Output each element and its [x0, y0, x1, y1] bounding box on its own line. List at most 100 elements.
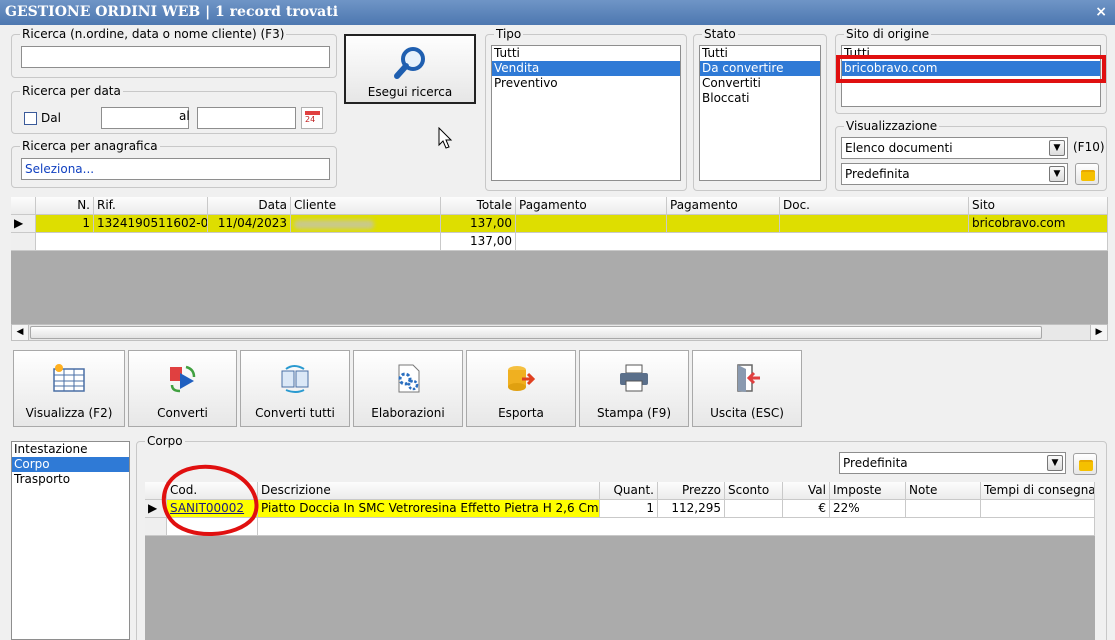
- empty-row: [145, 518, 1095, 536]
- corpo-header-tempi[interactable]: Tempi di consegna: [981, 482, 1095, 500]
- stampa-button[interactable]: Stampa (F9): [579, 350, 689, 427]
- corpo-header-sconto[interactable]: Sconto: [725, 482, 783, 500]
- stato-item-convertiti[interactable]: Convertiti: [700, 76, 820, 91]
- chevron-down-icon[interactable]: ▼: [1049, 166, 1065, 182]
- close-icon[interactable]: ×: [1095, 0, 1107, 25]
- table-row[interactable]: ▶ 1 1324190511602-01 11/04/2023 137,00 b…: [11, 215, 1108, 233]
- stampa-label: Stampa (F9): [596, 406, 672, 420]
- side-nav-item-corpo[interactable]: Corpo: [12, 457, 129, 472]
- horizontal-scrollbar[interactable]: ◀ ▶: [11, 324, 1108, 341]
- elaborazioni-label: Elaborazioni: [371, 406, 445, 420]
- orders-header-cliente[interactable]: Cliente: [291, 197, 441, 215]
- side-nav[interactable]: Intestazione Corpo Trasporto: [11, 441, 130, 640]
- orders-header-data[interactable]: Data: [208, 197, 291, 215]
- converti-button[interactable]: Converti: [128, 350, 237, 427]
- orders-grid[interactable]: N. Rif. Data Cliente Totale Pagamento Pa…: [11, 197, 1108, 324]
- stato-list[interactable]: Tutti Da convertire Convertiti Bloccati: [699, 45, 821, 181]
- orders-header-sito[interactable]: Sito: [969, 197, 1108, 215]
- total-totale: 137,00: [441, 233, 516, 251]
- folder-icon[interactable]: [1075, 163, 1099, 185]
- search-input[interactable]: [21, 46, 330, 68]
- visualizzazione-label: Visualizzazione: [844, 119, 940, 133]
- convert-all-icon: [281, 365, 309, 393]
- folder-icon[interactable]: [1073, 453, 1097, 475]
- cell-n: 1: [36, 215, 94, 233]
- cell-tempi: [981, 500, 1095, 518]
- side-nav-item-trasporto[interactable]: Trasporto: [12, 472, 129, 487]
- window-titlebar: GESTIONE ORDINI WEB | 1 record trovati ×: [0, 0, 1115, 25]
- elaborazioni-button[interactable]: Elaborazioni: [353, 350, 463, 427]
- mouse-cursor-icon: [438, 127, 453, 149]
- visualizza-button[interactable]: Visualizza (F2): [13, 350, 125, 427]
- view-mode-combo[interactable]: Elenco documenti ▼: [841, 137, 1068, 159]
- esporta-button[interactable]: Esporta: [466, 350, 576, 427]
- date-to-field[interactable]: [197, 107, 296, 129]
- cell-sconto: [725, 500, 783, 518]
- search-button-label: Esegui ricerca: [367, 85, 453, 99]
- corpo-header-val[interactable]: Val: [783, 482, 830, 500]
- orders-header-indicator: [11, 197, 36, 215]
- scroll-thumb[interactable]: [30, 326, 1042, 339]
- orders-header-n[interactable]: N.: [36, 197, 94, 215]
- tipo-item-tutti[interactable]: Tutti: [492, 46, 680, 61]
- corpo-header-quant[interactable]: Quant.: [600, 482, 658, 500]
- chevron-down-icon[interactable]: ▼: [1049, 140, 1065, 156]
- search-button[interactable]: Esegui ricerca: [344, 34, 476, 104]
- scroll-right-icon[interactable]: ▶: [1090, 325, 1107, 340]
- corpo-grid[interactable]: Cod. Descrizione Quant. Prezzo Sconto Va…: [145, 482, 1095, 640]
- table-row[interactable]: ▶ SANIT00002 Piatto Doccia In SMC Vetror…: [145, 500, 1095, 518]
- cell-quant: 1: [600, 500, 658, 518]
- row-indicator: ▶: [11, 215, 36, 233]
- total-row: 137,00: [11, 233, 1108, 251]
- cell-sito: bricobravo.com: [969, 215, 1108, 233]
- converti-tutti-label: Converti tutti: [255, 406, 335, 420]
- cell-pagamento-2: [667, 215, 780, 233]
- side-nav-item-intestazione[interactable]: Intestazione: [12, 442, 129, 457]
- scroll-left-icon[interactable]: ◀: [12, 325, 29, 340]
- tipo-item-vendita[interactable]: Vendita: [492, 61, 680, 76]
- al-label: al: [179, 109, 190, 123]
- printer-icon: [620, 364, 648, 392]
- cell-pagamento-1: [516, 215, 667, 233]
- dal-checkbox[interactable]: [24, 112, 37, 125]
- corpo-header-prezzo[interactable]: Prezzo: [658, 482, 725, 500]
- magnifier-icon: [394, 47, 425, 79]
- stato-item-bloccati[interactable]: Bloccati: [700, 91, 820, 106]
- cell-note: [906, 500, 981, 518]
- tipo-item-preventivo[interactable]: Preventivo: [492, 76, 680, 91]
- anagrafica-group: Ricerca per anagrafica Seleziona...: [11, 139, 337, 188]
- uscita-button[interactable]: Uscita (ESC): [692, 350, 802, 427]
- cell-doc: [780, 215, 969, 233]
- anagrafica-label: Ricerca per anagrafica: [20, 139, 160, 153]
- orders-header-pagamento-1[interactable]: Pagamento: [516, 197, 667, 215]
- uscita-label: Uscita (ESC): [710, 406, 784, 420]
- corpo-header-descrizione[interactable]: Descrizione: [258, 482, 600, 500]
- dal-label: Dal: [41, 111, 61, 125]
- orders-header-doc[interactable]: Doc.: [780, 197, 969, 215]
- cell-descrizione: Piatto Doccia In SMC Vetroresina Effetto…: [258, 500, 600, 518]
- corpo-header-note[interactable]: Note: [906, 482, 981, 500]
- orders-header-totale[interactable]: Totale: [441, 197, 516, 215]
- ricerca-data-group: Ricerca per data Dal al 24: [11, 84, 337, 134]
- sito-group: Sito di origine Tutti bricobravo.com: [835, 27, 1107, 114]
- total-rest: [516, 233, 1108, 251]
- tipo-list[interactable]: Tutti Vendita Preventivo: [491, 45, 681, 181]
- date-from-field[interactable]: [101, 107, 189, 129]
- calendar-icon[interactable]: 24: [301, 107, 323, 129]
- total-indicator: [11, 233, 36, 251]
- stato-item-tutti[interactable]: Tutti: [700, 46, 820, 61]
- chevron-down-icon[interactable]: ▼: [1047, 455, 1063, 471]
- corpo-layout-combo[interactable]: Predefinita ▼: [839, 452, 1066, 474]
- corpo-header-imposte[interactable]: Imposte: [830, 482, 906, 500]
- tipo-group: Tipo Tutti Vendita Preventivo: [485, 27, 687, 191]
- orders-header-rif[interactable]: Rif.: [94, 197, 208, 215]
- calendar-day: 24: [305, 115, 316, 124]
- anagrafica-select[interactable]: Seleziona...: [21, 158, 330, 180]
- stato-item-da-convertire[interactable]: Da convertire: [700, 61, 820, 76]
- window-title: GESTIONE ORDINI WEB | 1 record trovati: [5, 4, 339, 20]
- exit-door-icon: [737, 364, 760, 392]
- orders-header-pagamento-2[interactable]: Pagamento: [667, 197, 780, 215]
- layout-combo[interactable]: Predefinita ▼: [841, 163, 1068, 185]
- converti-tutti-button[interactable]: Converti tutti: [240, 350, 350, 427]
- empty-rest: [258, 518, 1095, 536]
